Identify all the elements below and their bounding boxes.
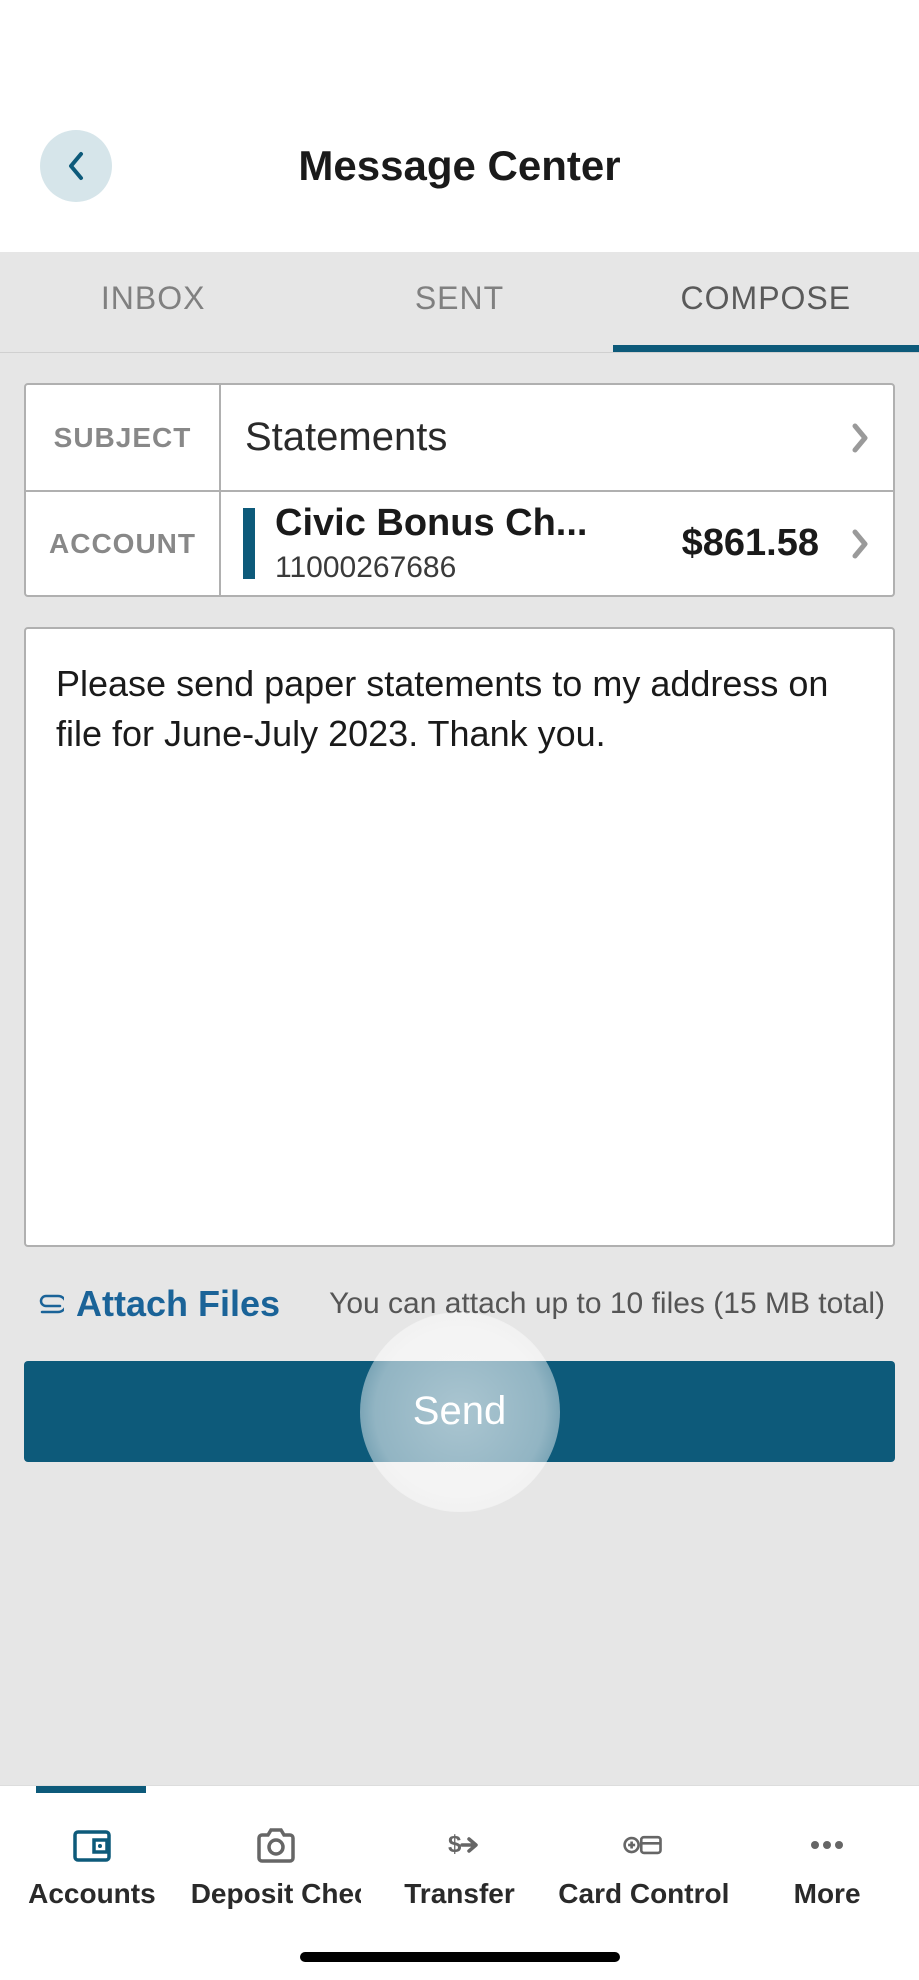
tab-compose[interactable]: COMPOSE [613, 252, 919, 352]
chevron-left-icon [67, 151, 85, 181]
account-row: ACCOUNT Civic Bonus Ch... 11000267686 $8… [26, 490, 893, 595]
compose-content: SUBJECT Statements ACCOUNT Civic Bonus C… [0, 353, 919, 1785]
nav-deposit-check[interactable]: Deposit Chec [184, 1806, 368, 1910]
form-group: SUBJECT Statements ACCOUNT Civic Bonus C… [24, 383, 895, 597]
more-icon [806, 1826, 848, 1864]
attach-row: Attach Files You can attach up to 10 fil… [24, 1247, 895, 1361]
chevron-right-icon [851, 423, 869, 453]
page-title: Message Center [298, 142, 620, 190]
bottom-nav: Accounts Deposit Chec $ Transfer [0, 1785, 919, 1980]
attach-files-button[interactable]: Attach Files [34, 1283, 280, 1325]
paperclip-icon [34, 1293, 64, 1315]
card-controls-icon [622, 1826, 664, 1864]
nav-card-controls[interactable]: Card Control [551, 1806, 735, 1910]
nav-transfer-label: Transfer [404, 1878, 515, 1910]
account-name: Civic Bonus Ch... [275, 502, 682, 545]
attach-hint: You can attach up to 10 files (15 MB tot… [329, 1287, 885, 1321]
nav-card-label: Card Control [558, 1878, 728, 1910]
nav-accounts-label: Accounts [28, 1878, 156, 1910]
home-indicator[interactable] [300, 1952, 620, 1962]
nav-deposit-label: Deposit Chec [191, 1878, 361, 1910]
spacer [24, 1462, 895, 1785]
camera-icon [255, 1826, 297, 1864]
svg-text:$: $ [448, 1831, 462, 1858]
nav-more[interactable]: More [735, 1806, 919, 1910]
account-accent-bar [243, 508, 255, 579]
nav-transfer[interactable]: $ Transfer [368, 1806, 552, 1910]
wallet-icon [71, 1826, 113, 1864]
chevron-right-icon [851, 529, 869, 559]
header-bar: Message Center [0, 0, 919, 252]
account-number: 11000267686 [275, 551, 682, 585]
nav-accounts[interactable]: Accounts [0, 1806, 184, 1910]
subject-selector[interactable]: Statements [221, 385, 893, 490]
subject-value: Statements [245, 415, 447, 460]
nav-active-indicator [36, 1786, 146, 1793]
transfer-icon: $ [438, 1826, 480, 1864]
tab-sent[interactable]: SENT [306, 252, 612, 352]
attach-files-label: Attach Files [76, 1283, 280, 1325]
nav-more-label: More [794, 1878, 861, 1910]
tab-inbox[interactable]: INBOX [0, 252, 306, 352]
subject-label: SUBJECT [26, 385, 221, 490]
account-balance: $861.58 [682, 522, 819, 565]
subject-row: SUBJECT Statements [26, 385, 893, 490]
message-body-input[interactable] [24, 627, 895, 1247]
account-selector[interactable]: Civic Bonus Ch... 11000267686 $861.58 [221, 492, 893, 595]
back-button[interactable] [40, 130, 112, 202]
send-button[interactable]: Send [24, 1361, 895, 1462]
tabs-bar: INBOX SENT COMPOSE [0, 252, 919, 353]
account-label: ACCOUNT [26, 492, 221, 595]
account-details: Civic Bonus Ch... 11000267686 [275, 502, 682, 585]
send-button-label: Send [413, 1389, 506, 1433]
